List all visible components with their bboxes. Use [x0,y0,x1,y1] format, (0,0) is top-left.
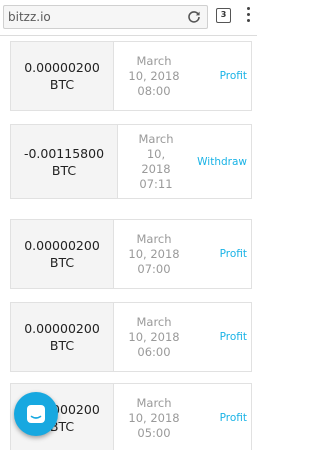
transaction-amount: 0.00000200 BTC [11,42,114,110]
transaction-date: March 10, 2018 06:00 [128,314,180,359]
transaction-date: March 10, 2018 05:00 [128,395,180,440]
transaction-row: 0.00000200 BTC March 10, 2018 07:00 Profit [10,219,252,289]
chat-button[interactable] [14,392,58,436]
transaction-list: 0.00000200 BTC March 10, 2018 08:00 Profit … [0,36,257,450]
transaction-row: -0.00115800 BTC March 10, 2018 07:11 Withdra… [10,124,252,199]
transaction-date: March 10, 2018 07:00 [128,231,180,276]
transaction-type-link[interactable]: Profit [220,384,247,450]
browser-toolbar: bitzz.io 3 [0,0,257,36]
transaction-date: March 10, 2018 08:00 [128,53,180,98]
transaction-type-link[interactable]: Withdraw [197,125,247,198]
transaction-row: 0.00000200 BTC March 10, 2018 06:00 Profit [10,302,252,372]
transaction-type-link[interactable]: Profit [220,42,247,110]
transaction-amount: 0.00000200 BTC [11,303,114,371]
chat-icon [27,405,45,423]
transaction-type-link[interactable]: Profit [220,303,247,371]
tabs-icon[interactable]: 3 [216,8,231,23]
transaction-amount: -0.00115800 BTC [11,125,118,198]
transaction-date: March 10, 2018 07:11 [138,131,174,191]
transaction-row: 0.00000200 BTC March 10, 2018 08:00 Profit [10,41,252,111]
reload-icon[interactable] [187,10,201,24]
url-text: bitzz.io [8,10,51,24]
more-vert-icon[interactable] [245,7,251,27]
transaction-type-link[interactable]: Profit [220,220,247,288]
transaction-amount: 0.00000200 BTC [11,220,114,288]
address-bar[interactable]: bitzz.io [3,5,208,29]
